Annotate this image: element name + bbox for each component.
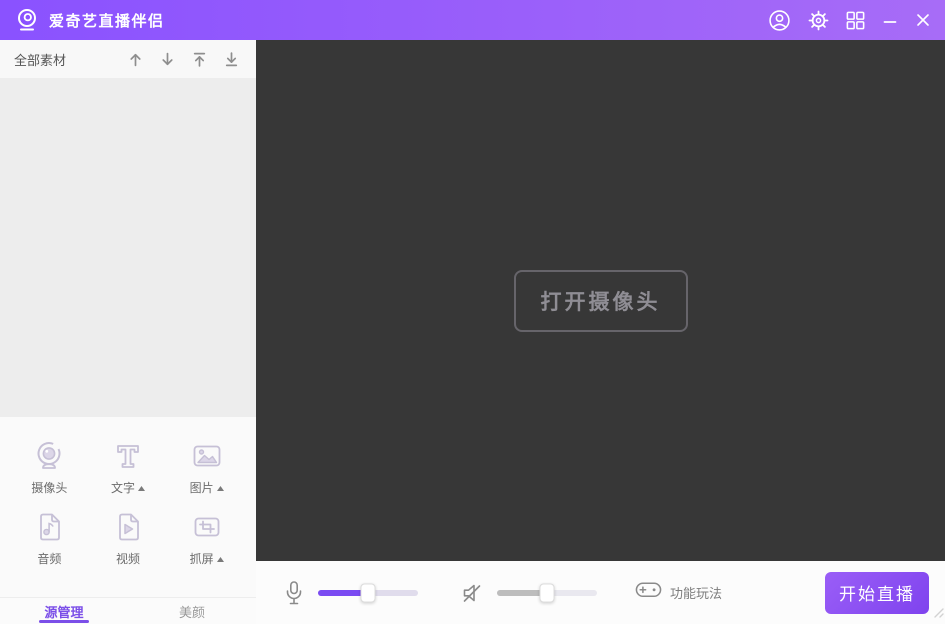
source-button-audio[interactable]: 音频	[10, 510, 89, 565]
video-stage: 打开摄像头	[256, 40, 945, 561]
source-label: 摄像头	[31, 482, 67, 494]
slider-handle[interactable]	[540, 583, 555, 602]
start-streaming-button[interactable]: 开始直播	[825, 572, 929, 614]
user-account-icon[interactable]	[768, 9, 791, 32]
app-title: 爱奇艺直播伴侣	[49, 10, 165, 31]
gamepad-icon	[635, 580, 662, 605]
active-tab-underline	[39, 620, 89, 623]
text-icon	[111, 439, 145, 478]
materials-order-actions	[127, 51, 240, 68]
source-button-text[interactable]: 文字	[89, 439, 168, 494]
source-label: 视频	[116, 553, 140, 565]
layout-grid-icon[interactable]	[846, 11, 865, 30]
source-label: 图片	[190, 482, 224, 494]
source-label: 文字	[111, 482, 145, 494]
materials-list	[0, 78, 256, 417]
slider-handle[interactable]	[361, 583, 376, 602]
move-up-icon[interactable]	[127, 51, 144, 68]
video-file-icon	[111, 510, 145, 549]
microphone-icon[interactable]	[284, 580, 304, 606]
materials-title: 全部素材	[14, 50, 66, 69]
app-logo-icon	[14, 7, 40, 33]
tab-beauty[interactable]: 美颜	[128, 598, 256, 624]
caret-up-icon	[138, 486, 145, 491]
source-button-video[interactable]: 视频	[89, 510, 168, 565]
resize-handle[interactable]	[931, 605, 944, 623]
webcam-icon	[32, 439, 66, 478]
minimize-icon[interactable]	[882, 12, 898, 28]
control-bar: 功能玩法 开始直播	[256, 561, 945, 624]
sidebar-tabs: 源管理 美颜	[0, 597, 256, 624]
source-panel: 摄像头 文字	[0, 417, 256, 624]
source-button-image[interactable]: 图片	[167, 439, 246, 494]
move-to-bottom-icon[interactable]	[223, 51, 240, 68]
move-down-icon[interactable]	[159, 51, 176, 68]
source-label: 抓屏	[190, 553, 224, 565]
caret-up-icon	[217, 486, 224, 491]
open-camera-button[interactable]: 打开摄像头	[514, 270, 688, 332]
output-volume-slider[interactable]	[497, 583, 597, 603]
mic-volume-slider[interactable]	[318, 583, 418, 603]
audio-file-icon	[32, 510, 66, 549]
sidebar: 全部素材	[0, 40, 256, 624]
settings-gear-icon[interactable]	[808, 10, 829, 31]
app-window: 爱奇艺直播伴侣	[0, 0, 945, 624]
move-to-top-icon[interactable]	[191, 51, 208, 68]
screen-capture-icon	[190, 510, 224, 549]
speaker-muted-icon[interactable]	[460, 582, 483, 604]
main-area: 打开摄像头	[256, 40, 945, 624]
feature-gameplay-button[interactable]: 功能玩法	[635, 580, 722, 605]
titlebar: 爱奇艺直播伴侣	[0, 0, 945, 40]
caret-up-icon	[217, 557, 224, 562]
close-icon[interactable]	[915, 12, 931, 28]
source-grid: 摄像头 文字	[0, 439, 256, 565]
source-label: 音频	[37, 553, 61, 565]
source-button-screen-capture[interactable]: 抓屏	[167, 510, 246, 565]
materials-header: 全部素材	[0, 40, 256, 78]
titlebar-controls	[768, 9, 931, 32]
feature-gameplay-label: 功能玩法	[670, 583, 722, 602]
image-icon	[190, 439, 224, 478]
tab-source-management[interactable]: 源管理	[0, 598, 128, 624]
source-button-camera[interactable]: 摄像头	[10, 439, 89, 494]
